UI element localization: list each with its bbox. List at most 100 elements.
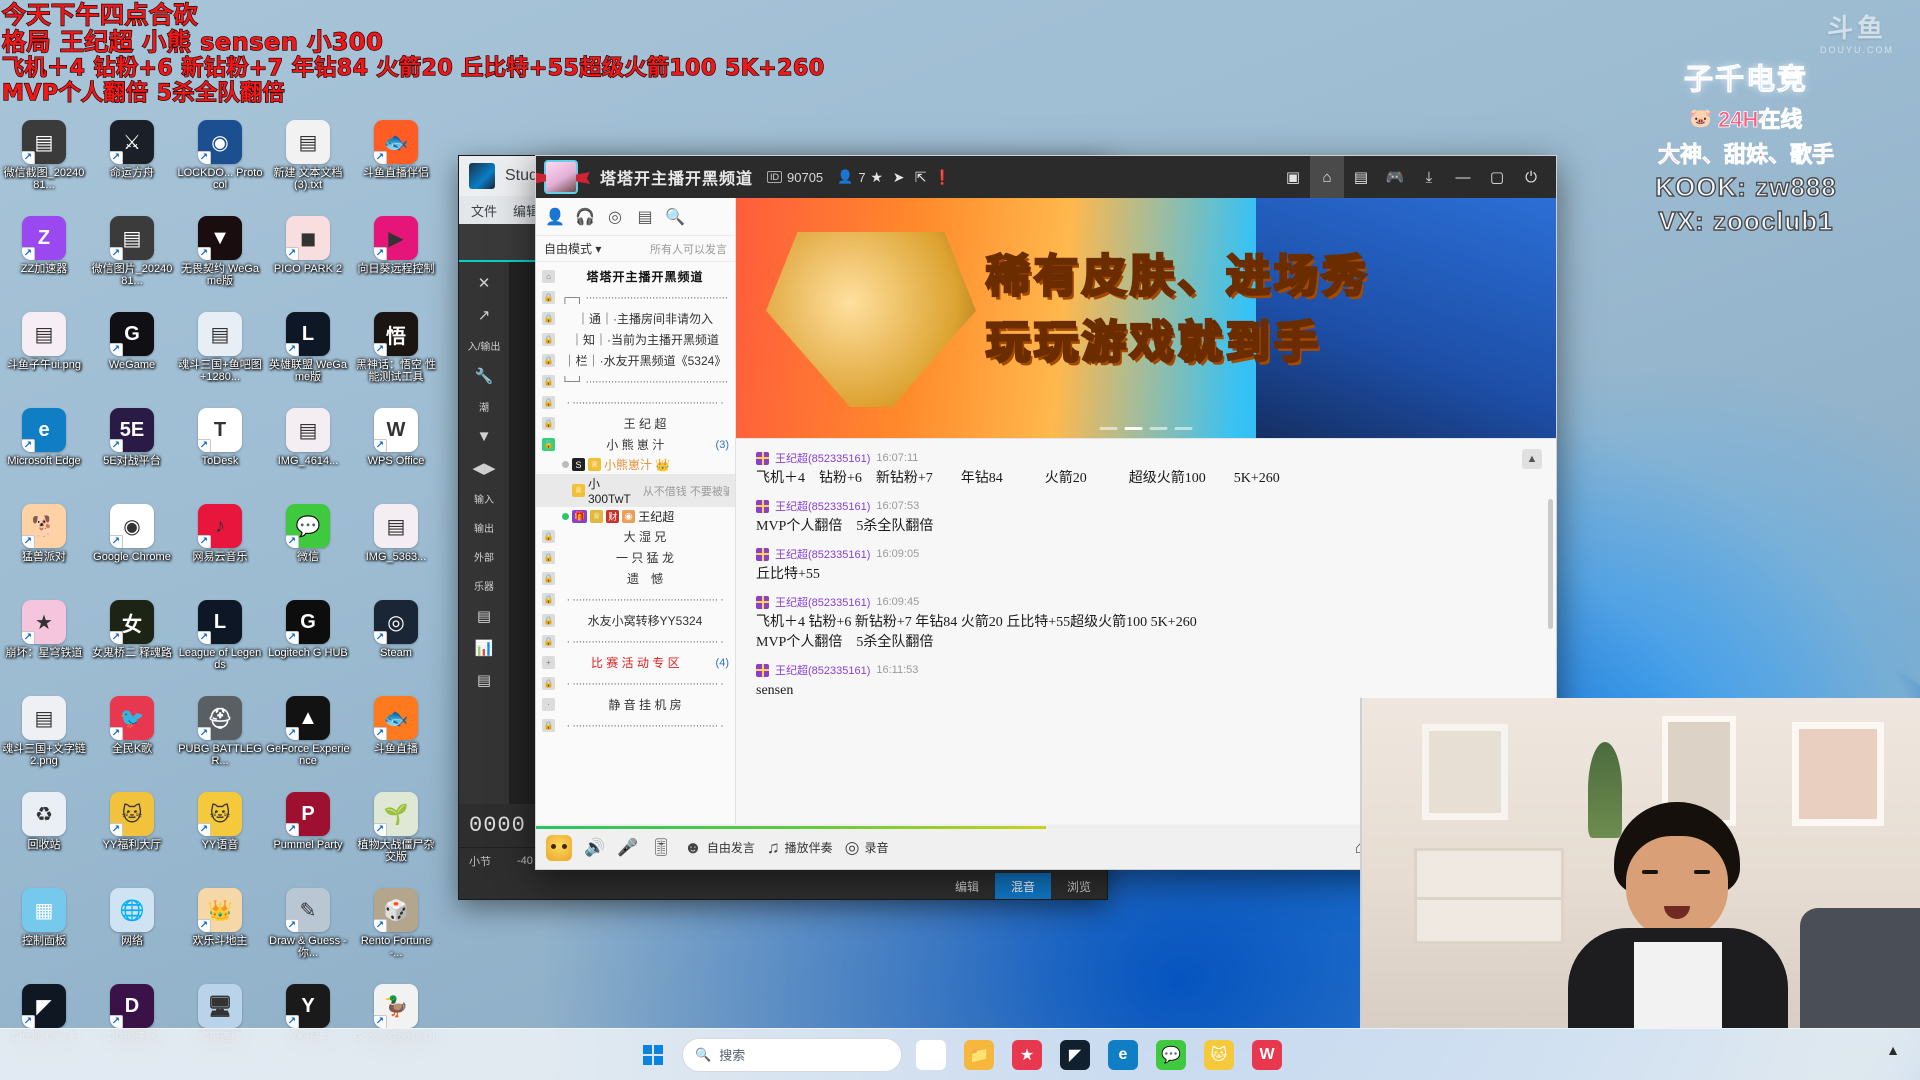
desktop-icon[interactable]: ▤ IMG_5363...: [352, 502, 440, 598]
windows-taskbar[interactable]: 🔍 搜索 ◉ 📁 ★ ◤ e 💬 🐱 W: [0, 1028, 1920, 1080]
yy-icon[interactable]: 🐱: [1198, 1034, 1240, 1076]
headset-icon[interactable]: 🎧: [572, 204, 598, 230]
desktop-icon[interactable]: ◼ ↗ PICO PARK 2: [264, 214, 352, 310]
rocket-icon[interactable]: ➤: [888, 166, 910, 188]
desktop-icon[interactable]: G ↗ WeGame: [88, 310, 176, 406]
desktop-icon[interactable]: 女 ↗ 女鬼桥二 释魂路: [88, 598, 176, 694]
gamepad-icon[interactable]: 🎮: [1378, 156, 1412, 198]
desktop-icon[interactable]: T ↗ ToDesk: [176, 406, 264, 502]
channel-list[interactable]: ⌂ 塔塔开主播开黑频道 🔒 ┌─┐ ·························…: [536, 262, 735, 869]
windows-start-icon[interactable]: [632, 1034, 674, 1076]
desktop-icon[interactable]: ▲ ↗ GeForce Experience: [264, 694, 352, 790]
pinduoduo-icon[interactable]: ★: [1006, 1034, 1048, 1076]
desktop-icon[interactable]: 🐟 ↗ 斗鱼直播伴侣: [352, 118, 440, 214]
desktop-icon[interactable]: 🐦 ↗ 全民K歌: [88, 694, 176, 790]
chat-message-author[interactable]: 王纪超(852335161): [775, 450, 870, 466]
scroll-to-top-button[interactable]: ▲: [1522, 449, 1542, 469]
list-icon[interactable]: ▤: [1344, 156, 1378, 198]
desktop-icon[interactable]: 🎲 ↗ Rento Fortune -...: [352, 886, 440, 982]
channel-row[interactable]: 🔒 · ·····································…: [536, 589, 735, 610]
channel-row[interactable]: 🔒 · ·····································…: [536, 392, 735, 413]
desktop-icon[interactable]: ◎ ↗ Steam: [352, 598, 440, 694]
desktop-icon[interactable]: P ↗ Pummel Party: [264, 790, 352, 886]
yy-titlebar[interactable]: 塔塔开主播开黑频道 ID 90705 👤 7 ★ ➤ ⇱ ❗ ▣ ⌂ ▤ 🎮 ⤓…: [536, 156, 1556, 198]
chevron-down-icon[interactable]: ▾: [595, 242, 601, 256]
channel-row[interactable]: 🔒 └─┘ ···································…: [536, 371, 735, 392]
speak-mode-bar[interactable]: 自由模式 ▾ 所有人可以发言: [536, 236, 735, 262]
chat-message[interactable]: 王纪超(852335161) 16:07:11 飞机＋4 钻粉+6 新钻粉+7 年钻…: [736, 447, 1556, 495]
search-input[interactable]: 🔍 搜索: [682, 1037, 902, 1072]
tab-mix[interactable]: 混音: [994, 873, 1051, 899]
file-explorer-icon[interactable]: 📁: [958, 1034, 1000, 1076]
desktop-icon[interactable]: ✎ ↗ Draw & Guess - 你...: [264, 886, 352, 982]
edge-icon[interactable]: e: [1102, 1034, 1144, 1076]
banner-pagination[interactable]: [1099, 427, 1193, 430]
wps-icon[interactable]: W: [1246, 1034, 1288, 1076]
speak-mode-label[interactable]: 自由模式 ▾: [544, 240, 601, 257]
desktop-icon[interactable]: 🐟 ↗ 斗鱼直播: [352, 694, 440, 790]
desktop-icon[interactable]: 👑 ↗ 欢乐斗地主: [176, 886, 264, 982]
chart-icon[interactable]: 📊: [475, 639, 494, 657]
expand-icon[interactable]: ↗: [478, 306, 491, 324]
studio-one-tool-rail[interactable]: ✕ ↗ 入/输出 🔧 潮 ▼ ◀▶ 输入 输出 外部 乐器 ▤ 📊 ▤: [459, 262, 509, 804]
home-icon[interactable]: ⌂: [1310, 156, 1344, 198]
channel-row[interactable]: 🔒 水友小窝转移YY5324: [536, 610, 735, 631]
channel-icon[interactable]: ▤: [632, 204, 658, 230]
desktop-icon[interactable]: ▶ ↗ 向日葵远程控制: [352, 214, 440, 310]
banner-dot[interactable]: [1124, 427, 1143, 430]
maximize-icon[interactable]: ▢: [1480, 156, 1514, 198]
speaker-icon[interactable]: 🔊: [584, 838, 605, 858]
desktop-icon[interactable]: ◉ ↗ Google Chrome: [88, 502, 176, 598]
chat-message-author[interactable]: 王纪超(852335161): [775, 546, 870, 562]
location-icon[interactable]: ◎: [602, 204, 628, 230]
desktop-icon[interactable]: e ↗ Microsoft Edge: [0, 406, 88, 502]
channel-row[interactable]: + 比 赛 活 动 专 区 (4): [536, 652, 735, 673]
menu-file[interactable]: 文件: [471, 201, 497, 220]
desktop-icon[interactable]: L ↗ 英雄联盟 WeGame版: [264, 310, 352, 406]
collapse-icon[interactable]: ⤓: [1412, 156, 1446, 198]
free-speak-button[interactable]: ☻ 自由发言: [684, 838, 755, 858]
channel-avatar[interactable]: [544, 160, 578, 194]
desktop-icon[interactable]: ▤ ↗ 微信图片_2024081...: [88, 214, 176, 310]
desktop-icon[interactable]: G ↗ Logitech G HUB: [264, 598, 352, 694]
desktop-icon[interactable]: ▤ 魂斗三国+文字链2.png: [0, 694, 88, 790]
channel-sidebar[interactable]: 👤 🎧 ◎ ▤ 🔍 自由模式 ▾ 所有人可以发言 ⌂ 塔塔开主播开黑频道 🔒 ┌─┐ …: [536, 198, 736, 869]
desktop-icon[interactable]: 5E ↗ 5E对战平台: [88, 406, 176, 502]
channel-row[interactable]: 🔒 ｜栏｜·水友开黑频道《5324》: [536, 350, 735, 371]
desktop-icon[interactable]: 🌐 网络: [88, 886, 176, 982]
video-icon[interactable]: ▣: [1276, 156, 1310, 198]
wrench-icon[interactable]: 🔧: [475, 367, 494, 385]
chat-message[interactable]: 王纪超(852335161) 16:09:45 飞机＋4 钻粉+6 新钻粉+7 年钻…: [736, 591, 1556, 659]
desktop-icon[interactable]: ▼ ↗ 无畏契约 WeGame版: [176, 214, 264, 310]
chevron-down-icon[interactable]: ▼: [477, 428, 492, 445]
record-button[interactable]: ◎ 录音: [845, 838, 889, 858]
chat-message-author[interactable]: 王纪超(852335161): [775, 662, 870, 678]
chat-message[interactable]: 王纪超(852335161) 16:07:53 MVP个人翻倍 5杀全队翻倍: [736, 495, 1556, 543]
desktop-icon[interactable]: L ↗ League of Legends: [176, 598, 264, 694]
channel-row[interactable]: · 静 音 挂 机 房: [536, 694, 735, 715]
search-icon[interactable]: 🔍: [662, 204, 688, 230]
channel-row[interactable]: 🔓 小 熊 崽 汁 (3): [536, 434, 735, 455]
microphone-icon[interactable]: 🎤: [617, 838, 638, 858]
channel-row[interactable]: 🔒 · ·····································…: [536, 673, 735, 694]
taskbar-app-list[interactable]: ◉ 📁 ★ ◤ e 💬 🐱 W: [910, 1034, 1288, 1076]
yy-mascot-icon[interactable]: [546, 834, 572, 861]
share-icon[interactable]: ⇱: [910, 166, 932, 188]
banner-dot[interactable]: [1174, 427, 1193, 430]
desktop-icon[interactable]: ▤ 魂斗三国+鱼吧图+1280...: [176, 310, 264, 406]
chat-message-author[interactable]: 王纪超(852335161): [775, 594, 870, 610]
info-icon[interactable]: ❗: [932, 166, 954, 188]
desktop-icon[interactable]: 💬 ↗ 微信: [264, 502, 352, 598]
mixer-icon[interactable]: 🎚: [650, 838, 672, 858]
minimize-icon[interactable]: —: [1446, 156, 1480, 198]
channel-row[interactable]: 🔒 · ·····································…: [536, 631, 735, 652]
desktop-icon[interactable]: 🐕 ↗ 猛兽派对: [0, 502, 88, 598]
nav-icon[interactable]: ◀▶: [472, 459, 495, 477]
desktop-icon[interactable]: ▤ 斗鱼子午ui.png: [0, 310, 88, 406]
desktop-icon[interactable]: Z ↗ ZZ加速器: [0, 214, 88, 310]
desktop-icon[interactable]: ◉ ↗ LOCKDO... Protocol: [176, 118, 264, 214]
promo-banner[interactable]: 稀有皮肤、进场秀 玩玩游戏就到手: [736, 198, 1556, 438]
desktop-icon[interactable]: ♻ 回收站: [0, 790, 88, 886]
desktop-icon[interactable]: ★ ↗ 崩坏：星穹铁道: [0, 598, 88, 694]
star-icon[interactable]: ★: [866, 166, 888, 188]
